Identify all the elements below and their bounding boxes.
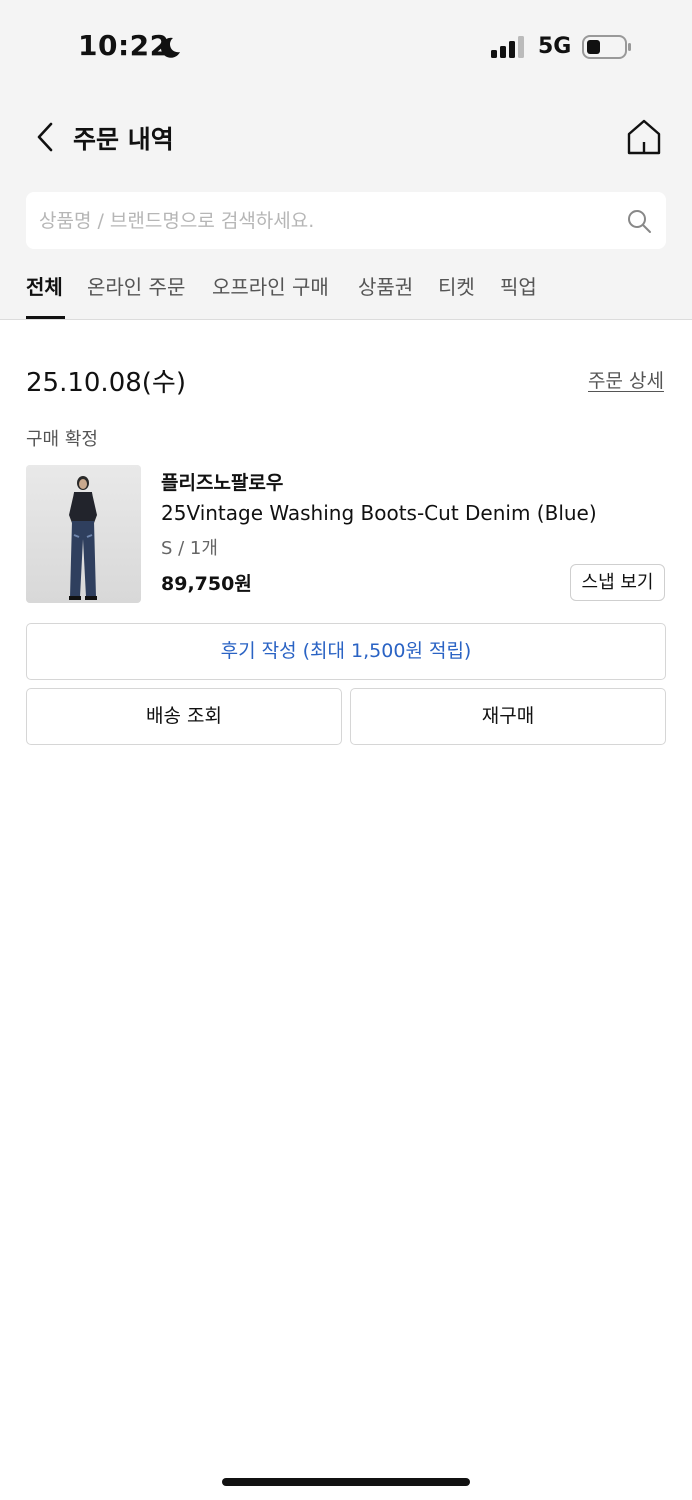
search-icon[interactable] [626, 208, 652, 234]
signal-icon [491, 36, 524, 58]
track-shipping-button[interactable]: 배송 조회 [26, 688, 342, 745]
order-detail-link[interactable]: 주문 상세 [588, 366, 664, 393]
status-bar: 10:22 5G [0, 0, 692, 95]
tab-online-order[interactable]: 온라인 주문 [87, 271, 185, 300]
moon-icon [160, 37, 180, 58]
tab-gift-card[interactable]: 상품권 [358, 271, 413, 300]
tab-all[interactable]: 전체 [26, 271, 63, 300]
product-brand: 플리즈노팔로우 [161, 472, 284, 494]
write-review-button[interactable]: 후기 작성 (최대 1,500원 적립) [26, 623, 666, 680]
product-photo-figure [26, 465, 141, 603]
tab-bar: 전체 온라인 주문 오프라인 구매 상품권 티켓 픽업 [0, 265, 692, 320]
search-input[interactable] [39, 192, 609, 249]
rebuy-button[interactable]: 재구매 [350, 688, 666, 745]
search-bar [26, 192, 666, 249]
tab-offline-purchase[interactable]: 오프라인 구매 [212, 271, 329, 300]
snap-view-button[interactable]: 스냅 보기 [570, 564, 665, 601]
order-status: 구매 확정 [26, 429, 98, 450]
home-indicator[interactable] [222, 1478, 470, 1486]
battery-icon [582, 35, 631, 59]
home-icon[interactable] [624, 117, 664, 157]
product-name[interactable]: 25Vintage Washing Boots-Cut Denim (Blue) [161, 501, 597, 525]
active-tab-indicator [26, 316, 65, 319]
tab-pickup[interactable]: 픽업 [500, 271, 537, 300]
back-icon[interactable] [32, 120, 60, 154]
screen: 10:22 5G 주문 내역 전체 온라 [0, 0, 692, 1500]
network-label: 5G [538, 34, 572, 59]
order-date: 25.10.08(수) [26, 368, 186, 398]
product-option: S / 1개 [161, 538, 218, 559]
product-image[interactable] [26, 465, 141, 603]
page-title: 주문 내역 [73, 125, 174, 154]
tab-ticket[interactable]: 티켓 [438, 271, 475, 300]
status-time: 10:22 [78, 29, 170, 62]
product-price: 89,750원 [161, 573, 252, 595]
